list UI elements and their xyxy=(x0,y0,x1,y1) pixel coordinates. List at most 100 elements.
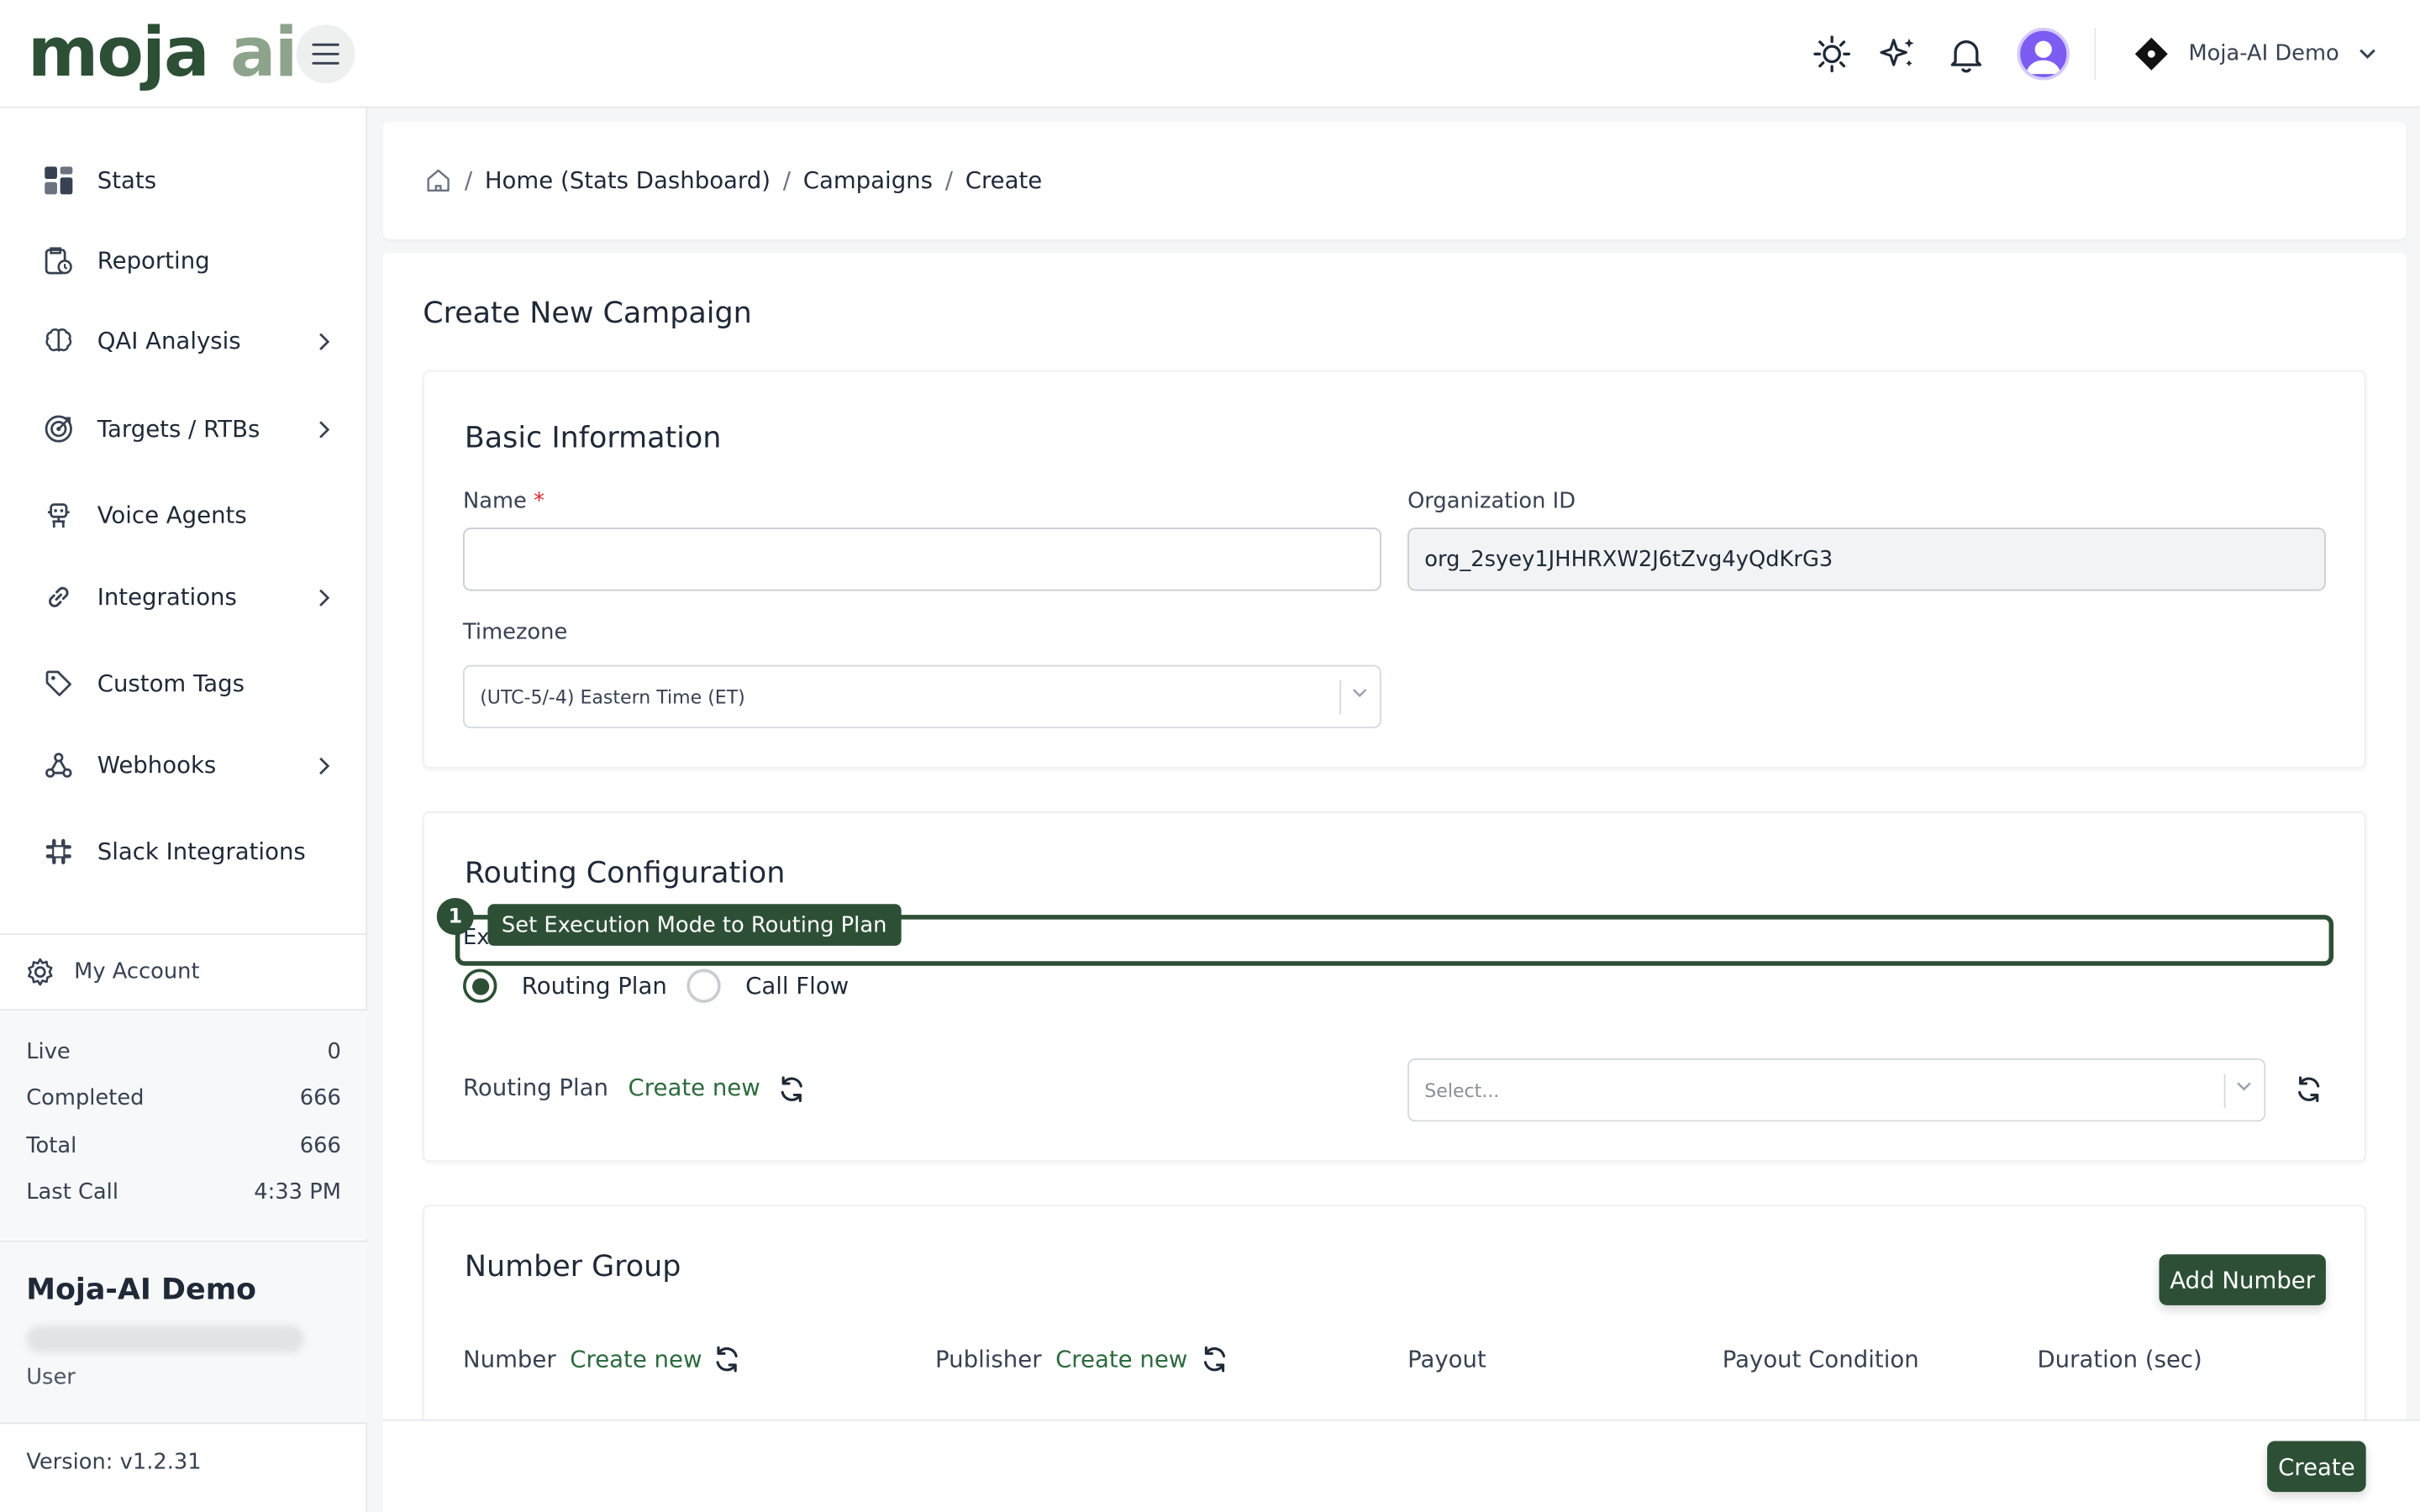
my-account-link[interactable]: My Account xyxy=(24,950,200,993)
sidebar-item-label: Stats xyxy=(97,166,157,195)
brain-icon xyxy=(45,328,72,352)
sidebar-item-reporting[interactable]: Reporting xyxy=(34,233,336,288)
create-campaign-card: Create New Campaign Basic Information Ro… xyxy=(382,253,2407,1483)
organization-id-label: Organization ID xyxy=(1407,489,1576,514)
chevron-right-icon xyxy=(319,756,330,774)
add-number-button[interactable]: Add Number xyxy=(2159,1254,2326,1305)
sidebar-item-qai-analysis[interactable]: QAI Analysis xyxy=(34,313,336,369)
routing-plan-radio[interactable]: Routing Plan xyxy=(463,969,667,1003)
breadcrumb-home[interactable]: Home (Stats Dashboard) xyxy=(485,166,771,194)
refresh-routing-select-button[interactable] xyxy=(2291,1073,2325,1106)
name-label: Name * xyxy=(463,489,544,514)
stat-label: Last Call xyxy=(26,1180,118,1205)
sparkles-icon xyxy=(1880,38,1914,66)
timezone-label: Timezone xyxy=(463,620,568,645)
sidebar-item-label: Reporting xyxy=(97,246,210,275)
select-divider xyxy=(2223,1074,2226,1108)
top-bar: moja ai Moja-AI Demo xyxy=(0,0,2420,108)
form-footer xyxy=(382,1419,2420,1512)
report-clock-icon xyxy=(45,247,72,275)
sidebar-item-webhooks[interactable]: Webhooks xyxy=(34,738,336,793)
org-diamond-icon xyxy=(2134,37,2168,71)
app-logo[interactable]: moja ai xyxy=(28,14,297,92)
notifications-button[interactable] xyxy=(1944,33,1987,76)
column-label: Publisher xyxy=(935,1345,1042,1373)
chevron-right-icon xyxy=(319,332,330,350)
routing-plan-select[interactable]: Select... xyxy=(1407,1058,2266,1122)
stat-value: 0 xyxy=(327,1039,341,1065)
column-duration: Duration (sec) xyxy=(2037,1345,2202,1373)
stat-value: 4:33 PM xyxy=(254,1180,341,1205)
sun-icon xyxy=(1813,35,1851,73)
select-placeholder: Select... xyxy=(1424,1079,1500,1101)
menu-toggle-button[interactable] xyxy=(296,24,355,84)
sidebar-item-targets-rtbs[interactable]: Targets / RTBs xyxy=(34,402,336,457)
breadcrumb-separator: / xyxy=(944,166,954,195)
breadcrumb-current: Create xyxy=(965,166,1043,195)
breadcrumb-campaigns[interactable]: Campaigns xyxy=(803,166,933,194)
create-routing-plan-link[interactable]: Create new xyxy=(629,1074,760,1101)
refresh-routing-plans-button[interactable] xyxy=(775,1073,808,1106)
refresh-publishers-button[interactable] xyxy=(1197,1342,1231,1376)
select-divider xyxy=(1339,680,1342,715)
header-divider xyxy=(2094,28,2096,81)
refresh-numbers-button[interactable] xyxy=(710,1342,744,1376)
target-icon xyxy=(45,415,72,443)
user-silhouette-icon xyxy=(2026,40,2060,75)
user-role: User xyxy=(26,1365,76,1390)
refresh-icon xyxy=(781,1076,802,1103)
refresh-icon xyxy=(1203,1346,1226,1373)
call-flow-radio[interactable]: Call Flow xyxy=(687,969,850,1003)
dashboard-grid-icon xyxy=(45,166,73,195)
required-mark: * xyxy=(534,489,544,514)
chevron-down-icon xyxy=(2359,49,2375,60)
refresh-icon xyxy=(2298,1076,2320,1103)
breadcrumb-separator: / xyxy=(782,166,792,195)
robot-icon xyxy=(47,503,70,528)
stat-label: Completed xyxy=(26,1086,145,1111)
sidebar-item-label: Targets / RTBs xyxy=(97,415,260,444)
sidebar-item-voice-agents[interactable]: Voice Agents xyxy=(34,487,336,543)
sidebar-item-label: Webhooks xyxy=(97,751,217,780)
breadcrumb-separator: / xyxy=(464,166,473,195)
name-input[interactable] xyxy=(463,528,1381,591)
user-email-redacted xyxy=(26,1325,304,1353)
org-switcher[interactable]: Moja-AI Demo xyxy=(2133,31,2376,77)
organization-id-field[interactable]: org_2syey1JHHRXW2J6tZvg4yQdKrG3 xyxy=(1407,528,2326,591)
column-payout: Payout xyxy=(1407,1345,1486,1373)
webhook-icon xyxy=(45,753,72,778)
stat-label: Total xyxy=(26,1133,77,1159)
sidebar-item-custom-tags[interactable]: Custom Tags xyxy=(34,656,336,711)
tutorial-step-badge: 1 xyxy=(436,897,474,936)
timezone-value: (UTC-5/-4) Eastern Time (ET) xyxy=(480,685,745,708)
create-button[interactable]: Create xyxy=(2267,1441,2366,1493)
routing-plan-label: Routing Plan xyxy=(463,1074,609,1102)
section-title: Routing Configuration xyxy=(464,856,786,890)
sidebar-item-slack-integrations[interactable]: Slack Integrations xyxy=(34,824,336,879)
my-account-label: My Account xyxy=(74,959,200,984)
user-avatar[interactable] xyxy=(2017,28,2070,81)
stat-row-last-call: Last Call 4:33 PM xyxy=(26,1180,341,1205)
theme-toggle-button[interactable] xyxy=(1810,33,1853,76)
link-icon xyxy=(49,586,69,607)
sidebar-item-label: Slack Integrations xyxy=(97,837,306,866)
chevron-down-icon xyxy=(1352,689,1367,698)
radio-label: Routing Plan xyxy=(521,972,667,1000)
bell-icon xyxy=(1950,39,1982,73)
page-title: Create New Campaign xyxy=(423,296,752,331)
timezone-select[interactable]: (UTC-5/-4) Eastern Time (ET) xyxy=(463,664,1381,728)
ai-assistant-button[interactable] xyxy=(1876,33,1919,76)
home-icon[interactable] xyxy=(424,166,452,194)
section-title: Number Group xyxy=(464,1249,681,1284)
sidebar-item-integrations[interactable]: Integrations xyxy=(34,570,336,625)
sidebar-divider xyxy=(0,933,368,936)
create-number-link[interactable]: Create new xyxy=(570,1346,702,1373)
sidebar: Stats Reporting QAI Analysis Targets / R… xyxy=(0,108,368,1512)
radio-label: Call Flow xyxy=(745,972,850,1000)
slack-icon xyxy=(45,838,71,864)
breadcrumb: / Home (Stats Dashboard) / Campaigns / C… xyxy=(382,122,2407,239)
column-publisher: Publisher Create new xyxy=(935,1346,1187,1373)
sidebar-item-stats[interactable]: Stats xyxy=(34,153,336,208)
create-publisher-link[interactable]: Create new xyxy=(1055,1346,1187,1373)
user-info-panel: Moja-AI Demo User xyxy=(0,1240,368,1423)
